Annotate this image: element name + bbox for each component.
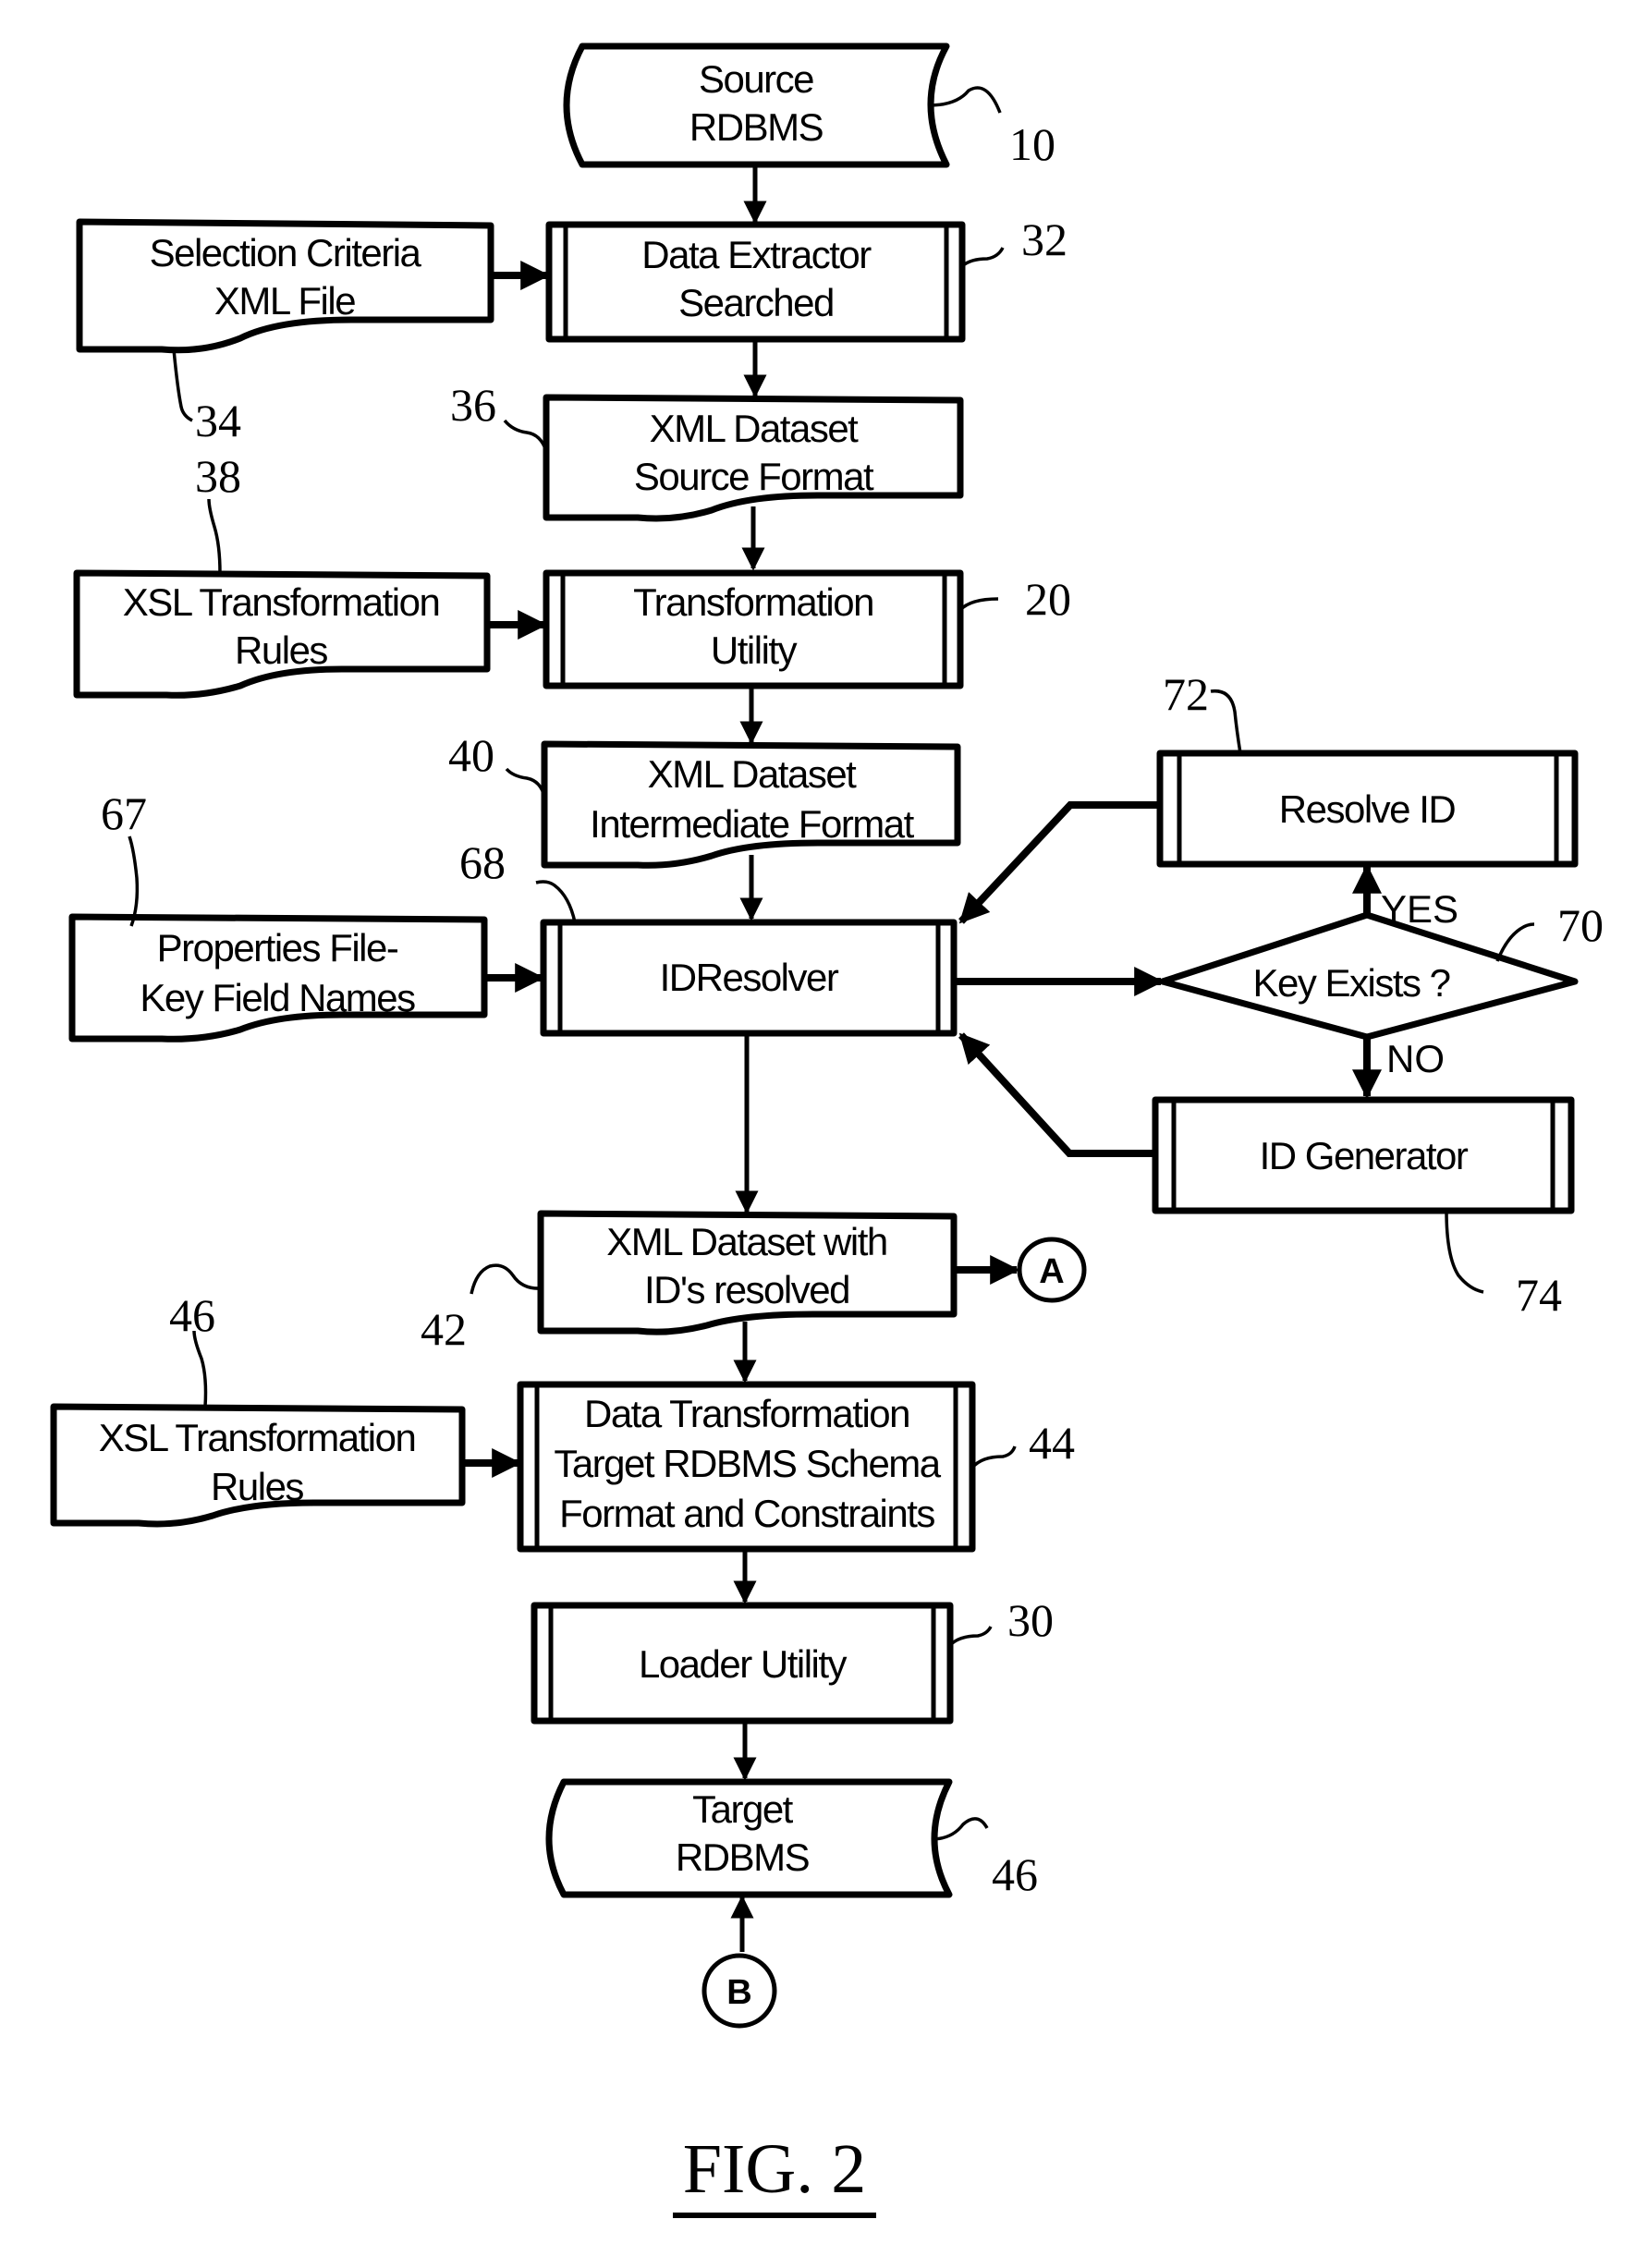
node-label-line: Key Field Names (140, 976, 415, 1019)
node-label-line: Target RDBMS Schema (554, 1442, 941, 1485)
node-properties-file[interactable]: Properties File- Key Field Names 67 (68, 787, 488, 1043)
ref-number: 30 (1007, 1594, 1054, 1646)
node-loader-utility[interactable]: Loader Utility 30 (531, 1594, 1054, 1725)
node-transformation-utility[interactable]: Transformation Utility 20 (543, 569, 1071, 689)
connector-a[interactable]: A (1017, 1237, 1087, 1303)
figure-caption: FIG. 2 (673, 2130, 876, 2218)
ref-leader (470, 1263, 542, 1295)
node-label-line: XML Dataset (650, 407, 860, 450)
edge-idgenerator-to-idresolver (958, 1032, 1155, 1157)
node-label-line: Loader Utility (639, 1642, 848, 1686)
ref-number: 67 (101, 787, 147, 839)
ref-leader (958, 597, 999, 612)
branch-label-no: NO (1386, 1037, 1445, 1080)
node-label-line: XSL Transformation (99, 1416, 416, 1459)
node-xml-ids-resolved[interactable]: XML Dataset with ID's resolved 42 (421, 1210, 958, 1355)
node-selection-criteria[interactable]: Selection Criteria XML File 34 (76, 218, 494, 446)
node-label-line: Key Exists ? (1252, 961, 1449, 1005)
node-data-transformation[interactable]: Data Transformation Target RDBMS Schema … (517, 1381, 1075, 1553)
node-label-line: Utility (711, 628, 798, 672)
edge-resolveid-to-idresolver (958, 801, 1160, 924)
node-label-line: Format and Constraints (559, 1492, 934, 1535)
node-target-rdbms[interactable]: Target RDBMS 46 (545, 1778, 1038, 1900)
node-label-line: Rules (211, 1465, 303, 1508)
node-resolve-id[interactable]: Resolve ID 72 (1156, 668, 1579, 868)
node-label-line: ID Generator (1260, 1134, 1469, 1177)
node-xsl-rules-2[interactable]: XSL Transformation Rules 46 (50, 1289, 466, 1528)
ref-number: 34 (195, 395, 241, 446)
ref-leader (931, 1817, 989, 1841)
node-label-line: Rules (235, 628, 327, 672)
node-label-line: RDBMS (689, 105, 824, 149)
node-label-line: XSL Transformation (123, 580, 440, 624)
ref-leader (535, 880, 577, 923)
ref-leader (172, 348, 193, 422)
ref-leader (1445, 1210, 1484, 1294)
node-xml-source-format[interactable]: XML Dataset Source Format 36 (450, 379, 964, 522)
node-xml-intermediate[interactable]: XML Dataset Intermediate Format 40 (448, 729, 961, 869)
node-label-line: RDBMS (676, 1835, 810, 1879)
ref-number: 36 (450, 379, 496, 431)
ref-leader (948, 1626, 993, 1647)
node-label-line: XML Dataset with (606, 1220, 887, 1263)
ref-number: 46 (169, 1289, 215, 1341)
node-label-line: Data Extractor (641, 233, 872, 276)
ref-leader (207, 498, 222, 574)
flowchart-diagram: Source RDBMS 10 Selection Criteria XML F… (50, 43, 1604, 2218)
node-xsl-rules-1[interactable]: XSL Transformation Rules 38 (73, 450, 491, 699)
ref-number: 20 (1025, 573, 1071, 625)
connector-label: A (1039, 1252, 1064, 1291)
branch-label-yes: YES (1381, 887, 1458, 931)
node-label-line: IDResolver (660, 956, 839, 999)
figure-caption-text: FIG. 2 (683, 2130, 866, 2208)
ref-number: 38 (195, 450, 241, 502)
node-key-exists[interactable]: Key Exists ? 70 YES NO (1159, 887, 1604, 1080)
node-id-generator[interactable]: ID Generator 74 (1152, 1096, 1575, 1321)
node-source-rdbms[interactable]: Source RDBMS 10 (563, 43, 1055, 170)
node-label-line: Resolve ID (1279, 787, 1456, 831)
ref-number: 68 (459, 836, 506, 888)
node-label-line: XML Dataset (648, 752, 858, 796)
ref-number: 10 (1009, 118, 1055, 170)
connector-label: B (726, 1973, 751, 2012)
ref-number: 74 (1516, 1269, 1562, 1321)
node-label-line: Source Format (634, 455, 874, 498)
ref-number: 42 (421, 1303, 467, 1355)
node-label-line: Transformation (633, 580, 873, 624)
ref-number: 46 (992, 1848, 1038, 1900)
ref-leader (505, 767, 546, 798)
ref-leader (970, 1445, 1017, 1469)
node-label-line: Selection Criteria (150, 231, 422, 274)
node-label-line: XML File (214, 279, 355, 323)
ref-number: 72 (1163, 668, 1209, 720)
node-id-resolver[interactable]: IDResolver 68 (459, 836, 958, 1037)
node-label-line: Data Transformation (584, 1392, 909, 1435)
connector-b[interactable]: B (702, 1953, 777, 2029)
node-label-line: Target (692, 1787, 794, 1831)
ref-leader (192, 1330, 208, 1408)
ref-leader (1210, 689, 1242, 754)
node-label-line: Intermediate Format (590, 802, 914, 846)
ref-number: 40 (448, 729, 494, 781)
ref-number: 70 (1557, 899, 1604, 951)
ref-leader (928, 86, 1002, 114)
node-label-line: ID's resolved (644, 1268, 849, 1311)
ref-leader (128, 835, 140, 927)
node-label-line: Properties File- (157, 926, 398, 969)
ref-leader (503, 419, 548, 452)
ref-leader (960, 247, 1005, 268)
ref-number: 32 (1021, 213, 1068, 265)
node-label-line: Searched (678, 281, 834, 324)
ref-number: 44 (1029, 1417, 1075, 1469)
node-label-line: Source (699, 57, 813, 101)
node-data-extractor[interactable]: Data Extractor Searched 32 (545, 213, 1068, 343)
